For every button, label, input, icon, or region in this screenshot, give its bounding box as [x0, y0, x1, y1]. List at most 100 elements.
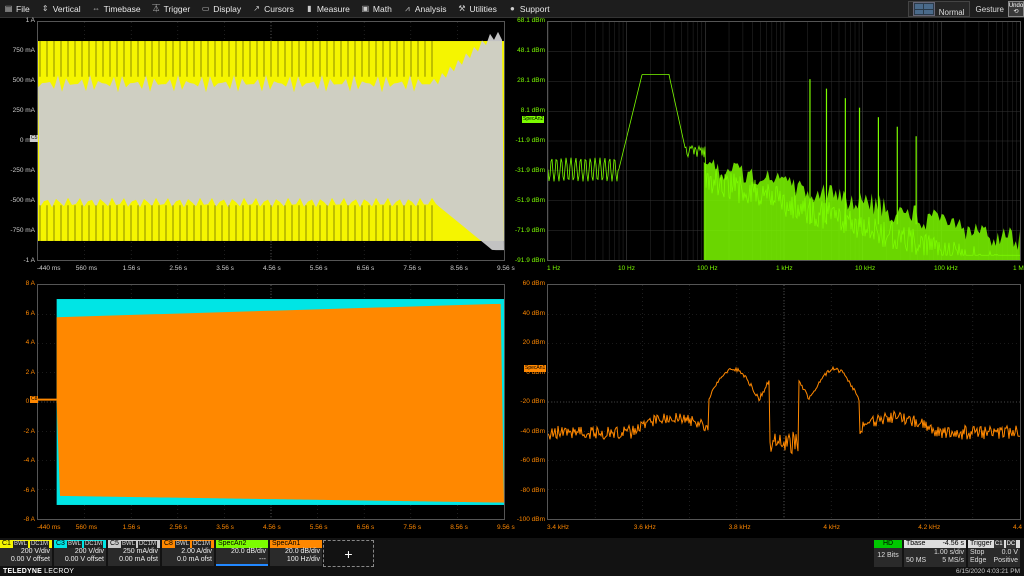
- mode-label: Normal: [939, 8, 965, 17]
- x-tick-label: 3.6 kHz: [634, 524, 656, 531]
- y-tick-label: -8 A: [3, 516, 35, 523]
- spectrum-plot: [548, 22, 1020, 260]
- y-tick-label: 2 A: [3, 369, 35, 376]
- x-tick-label: 1 Hz: [547, 265, 560, 272]
- cursors-icon: ↗: [252, 4, 261, 13]
- menu-file[interactable]: ▤ File: [0, 0, 37, 18]
- x-tick-label: 6.56 s: [357, 265, 375, 272]
- menu-analysis[interactable]: ⩘ Analysis: [399, 0, 454, 18]
- menu-trigger[interactable]: ⏄ Trigger: [148, 0, 198, 18]
- gesture-label[interactable]: Gesture: [976, 5, 1004, 14]
- y-tick-label: -500 mA: [3, 197, 35, 204]
- channel-marker-specan2[interactable]: SpecAn2: [522, 116, 544, 123]
- y-tick-label: -20 dBm: [513, 398, 545, 405]
- add-trace-button[interactable]: +: [323, 540, 374, 567]
- y-tick-label: -100 dBm: [513, 516, 545, 523]
- x-tick-label: 2.56 s: [169, 265, 187, 272]
- math-descriptor-specan1[interactable]: SpecAn1 20.0 dB/div 100 Hz/div: [270, 540, 322, 566]
- undo-button[interactable]: Undo ⟲: [1008, 1, 1024, 17]
- y-tick-label: -40 dBm: [513, 428, 545, 435]
- waveform-pane-c8[interactable]: 8 A6 A4 A2 A0 A-2 A-4 A-6 A-8 A -440 ms5…: [0, 281, 508, 537]
- x-tick-label: 2.56 s: [169, 524, 187, 531]
- y-tick-label: 750 mA: [3, 47, 35, 54]
- y-tick-label: -60 dBm: [513, 457, 545, 464]
- x-tick-label: -440 ms: [37, 265, 60, 272]
- x-tick-label: 4.56 s: [263, 524, 281, 531]
- y-tick-label: -6 A: [3, 487, 35, 494]
- y-tick-label: 60 dBm: [513, 280, 545, 287]
- y-tick-label: 20 dBm: [513, 339, 545, 346]
- spectrum-grid[interactable]: [547, 21, 1021, 261]
- hd-descriptor[interactable]: HD 12 Bits: [874, 540, 902, 567]
- channel-descriptor-c8[interactable]: C8 BWL DC1M 2.00 A/div 0.0 mA ofst: [162, 540, 214, 566]
- x-tick-label: 3.8 kHz: [729, 524, 751, 531]
- waveform-grid[interactable]: [37, 284, 505, 520]
- y-tick-label: 8.1 dBm: [513, 107, 545, 114]
- channel-marker-specan1[interactable]: SpecAn1: [524, 365, 546, 372]
- x-tick-label: 10 Hz: [618, 265, 635, 272]
- specan2-noise-floor: [704, 159, 1020, 260]
- x-tick-label: -440 ms: [37, 524, 60, 531]
- grid-layout-icon: [913, 2, 935, 16]
- x-tick-label: 560 ms: [76, 524, 97, 531]
- x-tick-label: 5.56 s: [310, 524, 328, 531]
- x-tick-label: 7.56 s: [403, 265, 421, 272]
- y-tick-label: -91.9 dBm: [513, 257, 545, 264]
- y-tick-label: -11.9 dBm: [513, 137, 545, 144]
- waveform-pane-c5[interactable]: 1 A 750 mA 500 mA 250 mA 0 mA -250 mA -500 mA -…: [0, 18, 508, 278]
- menu-math[interactable]: ▣ Math: [357, 0, 399, 18]
- menu-measure[interactable]: ▮ Measure: [301, 0, 357, 18]
- timebase-descriptor[interactable]: Tbase -4.56 s 50 MS 1.00 s/div 5 MS/s: [904, 540, 966, 567]
- y-tick-label: 8 A: [3, 280, 35, 287]
- spectrum-pane-specan2[interactable]: 68.1 dBm 48.1 dBm 28.1 dBm 8.1 dBm -11.9 dBm…: [510, 18, 1024, 278]
- x-tick-label: 10 kHz: [855, 265, 875, 272]
- x-tick-label: 7.56 s: [403, 524, 421, 531]
- menu-utilities[interactable]: ⚒ Utilities: [453, 0, 503, 18]
- math-descriptor-specan2[interactable]: SpecAn2 20.0 dB/div ---: [216, 540, 268, 566]
- y-tick-label: 40 dBm: [513, 310, 545, 317]
- specan1-trace: [548, 367, 1020, 453]
- channel-marker-c8[interactable]: C8: [30, 396, 38, 403]
- x-tick-label: 100 Hz: [697, 265, 718, 272]
- channel-descriptor-c5[interactable]: C5 BWL DC1M 250 mA/div 0.00 mA ofst: [108, 540, 160, 566]
- y-tick-label: -31.9 dBm: [513, 167, 545, 174]
- vertical-icon: ⇕: [41, 4, 50, 13]
- spectrum-pane-specan1[interactable]: 60 dBm 40 dBm 20 dBm 0 dBm -20 dBm -40 dBm -60…: [510, 281, 1024, 537]
- undo-icon: ⟲: [1013, 9, 1018, 15]
- support-icon: ●: [508, 4, 517, 13]
- c8-trace: [57, 304, 504, 503]
- x-tick-label: 3.56 s: [216, 265, 234, 272]
- x-tick-label: 560 ms: [76, 265, 97, 272]
- menu-timebase[interactable]: ⇔ Timebase: [88, 0, 148, 18]
- x-tick-label: 4.56 s: [263, 265, 281, 272]
- trigger-descriptor[interactable]: Trigger C1 DC Stop 0.0 V Edge Positive: [968, 540, 1020, 567]
- y-tick-label: -51.9 dBm: [513, 197, 545, 204]
- channel-descriptor-c1[interactable]: C1 BWL DC1M 200 V/div 0.00 V offset: [0, 540, 52, 566]
- channel-marker-c5[interactable]: C5: [30, 135, 38, 142]
- x-tick-label: 5.56 s: [310, 265, 328, 272]
- spectrum-plot: [548, 285, 1020, 519]
- x-tick-label: 1.56 s: [123, 265, 141, 272]
- y-tick-label: -80 dBm: [513, 487, 545, 494]
- x-tick-label: 4.4 kHz: [1013, 524, 1024, 531]
- channel-descriptor-c3[interactable]: C3 BWL DC1M 200 V/div 0.00 V offset: [54, 540, 106, 566]
- y-tick-label: -750 mA: [3, 227, 35, 234]
- x-tick-label: 3.4 kHz: [547, 524, 569, 531]
- acquisition-mode-selector[interactable]: Normal: [908, 1, 970, 17]
- menu-display[interactable]: ▭ Display: [197, 0, 248, 18]
- brand-logo: TELEDYNE LECROY: [3, 568, 74, 575]
- y-tick-label: -2 A: [3, 428, 35, 435]
- menu-cursors[interactable]: ↗ Cursors: [248, 0, 301, 18]
- display-icon: ▭: [201, 4, 210, 13]
- waveform-plot: [38, 285, 504, 519]
- spectrum-grid[interactable]: [547, 284, 1021, 520]
- waveform-grid[interactable]: [37, 21, 505, 261]
- y-tick-label: -4 A: [3, 457, 35, 464]
- y-tick-label: -71.9 dBm: [513, 227, 545, 234]
- menu-support[interactable]: ● Support: [504, 0, 557, 18]
- trigger-icon: ⏄: [152, 3, 161, 14]
- y-tick-label: 48.1 dBm: [513, 47, 545, 54]
- x-tick-label: 1 MHz: [1013, 265, 1024, 272]
- x-tick-label: 6.56 s: [357, 524, 375, 531]
- menu-vertical[interactable]: ⇕ Vertical: [37, 0, 88, 18]
